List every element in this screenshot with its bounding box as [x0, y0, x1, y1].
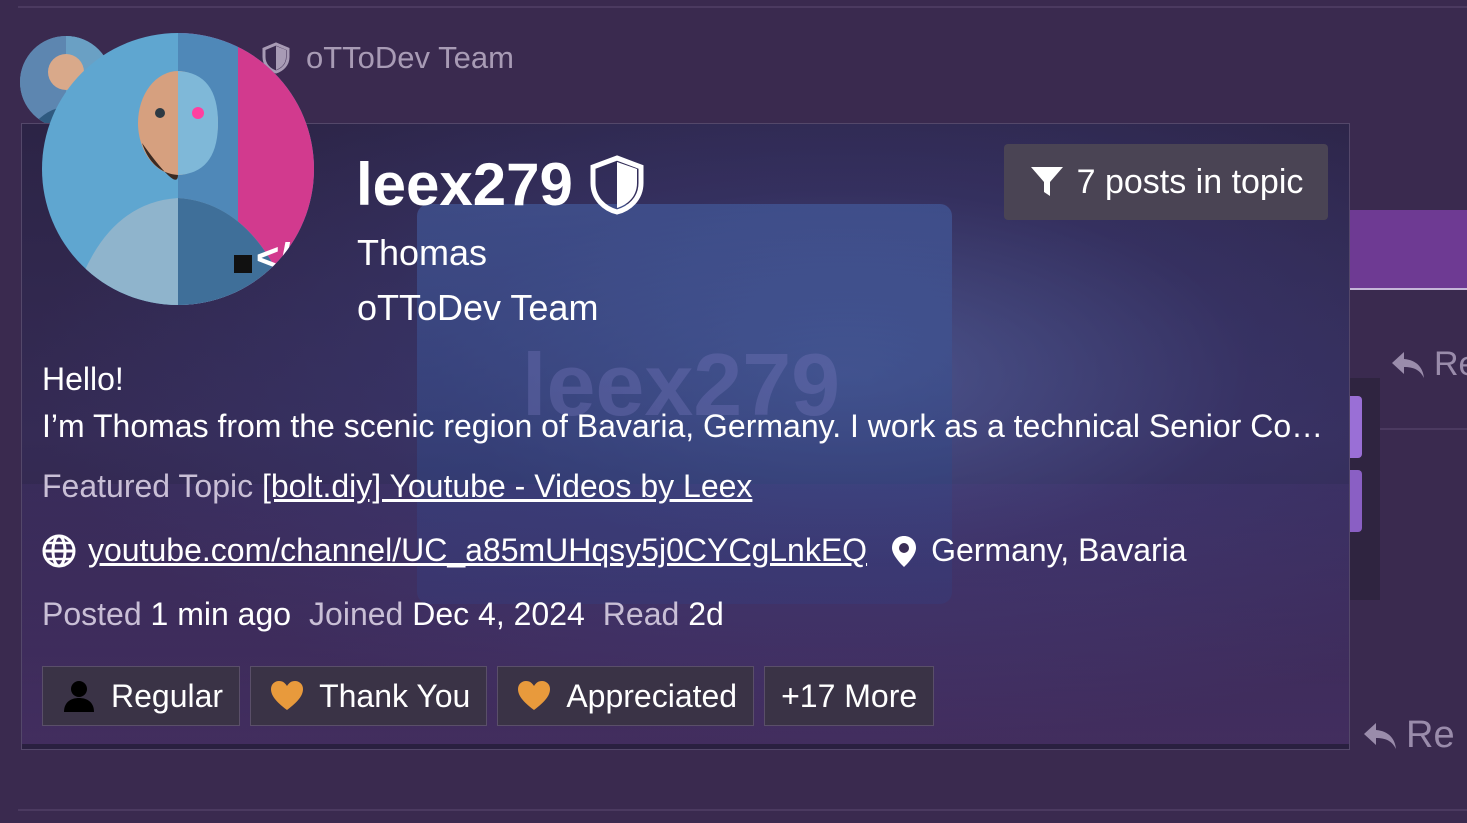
- heart-icon: [518, 681, 551, 710]
- user-title: oTToDev Team: [357, 287, 599, 328]
- reply-icon: [1392, 351, 1424, 378]
- posted-label: Posted: [42, 596, 142, 632]
- read-value: 2d: [688, 596, 724, 632]
- reply-button[interactable]: Re: [1390, 345, 1467, 384]
- featured-topic: Featured Topic [bolt.diy] Youtube - Vide…: [42, 468, 752, 505]
- badge-regular[interactable]: Regular: [42, 666, 241, 726]
- joined-label: Joined: [309, 596, 404, 632]
- joined-value: Dec 4, 2024: [412, 596, 585, 632]
- reply-label: Re: [1434, 345, 1467, 383]
- bottom-divider: [18, 809, 1467, 811]
- top-divider: [18, 6, 1467, 8]
- background-highlight-bar: [1350, 210, 1467, 288]
- featured-topic-label: Featured Topic: [42, 468, 254, 504]
- background-divider: [1380, 428, 1467, 430]
- background-post-title[interactable]: oTToDev Team: [306, 40, 514, 76]
- background-divider: [1350, 288, 1467, 290]
- user-links: youtube.com/channel/UC_a85mUHqsy5j0CYCgL…: [42, 532, 1187, 569]
- filter-posts-button[interactable]: 7 posts in topic: [1004, 144, 1328, 220]
- website-link[interactable]: youtube.com/channel/UC_a85mUHqsy5j0CYCgL…: [88, 532, 867, 569]
- reply-label: Re: [1406, 714, 1455, 756]
- badge-list: Regular Thank You Appreciated +17 More: [42, 666, 935, 726]
- user-bio: Hello! I’m Thomas from the scenic region…: [42, 356, 1327, 450]
- read-label: Read: [602, 596, 680, 632]
- filter-posts-label: 7 posts in topic: [1076, 162, 1304, 201]
- badge-label: Appreciated: [566, 677, 738, 714]
- heart-icon: [271, 681, 304, 710]
- username[interactable]: leex279: [356, 150, 645, 219]
- shield-icon: [590, 154, 644, 215]
- badge-label: Regular: [111, 677, 224, 714]
- full-name: Thomas: [357, 232, 488, 273]
- more-badges-button[interactable]: +17 More: [764, 666, 935, 726]
- badge-label: Thank You: [319, 677, 471, 714]
- badge-appreciated[interactable]: Appreciated: [497, 666, 755, 726]
- avatar[interactable]: </>: [42, 33, 314, 305]
- background-accent: [1350, 396, 1362, 458]
- badge-thank-you[interactable]: Thank You: [250, 666, 488, 726]
- reply-button[interactable]: Re: [1362, 714, 1455, 757]
- badge-label: +17 More: [781, 677, 918, 714]
- user-icon: [64, 681, 94, 712]
- globe-icon: [42, 534, 76, 567]
- bio-greeting: Hello!: [42, 361, 124, 397]
- location-text: Germany, Bavaria: [931, 532, 1187, 568]
- background-accent: [1350, 470, 1362, 532]
- filter-icon: [1030, 167, 1063, 196]
- featured-topic-link[interactable]: [bolt.diy] Youtube - Videos by Leex: [262, 468, 752, 504]
- username-text[interactable]: leex279: [356, 150, 573, 219]
- map-pin-icon: [892, 535, 917, 567]
- location: Germany, Bavaria: [887, 532, 1187, 569]
- reply-icon: [1364, 722, 1396, 749]
- user-stats: Posted 1 min ago Joined Dec 4, 2024 Read…: [42, 596, 724, 633]
- bio-text: I’m Thomas from the scenic region of Bav…: [42, 408, 1327, 444]
- posted-value: 1 min ago: [150, 596, 292, 632]
